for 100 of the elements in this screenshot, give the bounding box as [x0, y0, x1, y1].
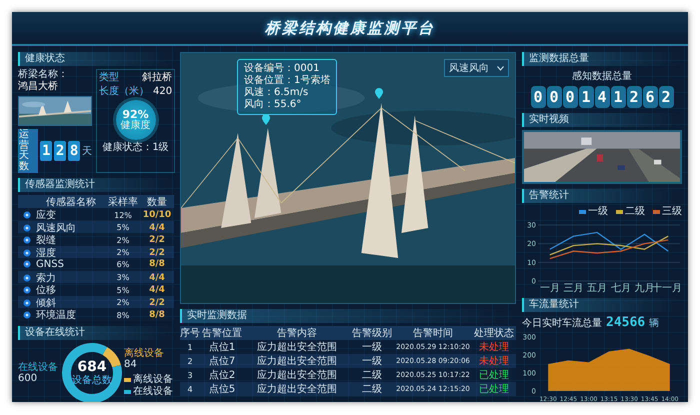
- legend-swatch: [616, 210, 623, 214]
- days-label: 运营天数: [18, 129, 38, 173]
- gauge-label: 健康度: [120, 120, 151, 131]
- digit: 1: [40, 141, 52, 161]
- tooltip-line: 风向：55.6°: [244, 99, 302, 111]
- column-header: 告警时间: [412, 326, 454, 340]
- digit: 4: [594, 86, 610, 108]
- unit-label: 天: [82, 145, 92, 158]
- column-header: 数量: [146, 196, 168, 209]
- digit: 2: [54, 141, 66, 161]
- sensor-dot-icon: [23, 311, 31, 319]
- table-cell-text: 10/10: [142, 210, 172, 220]
- table-cell-text: 2%: [116, 298, 130, 307]
- tooltip-line: 设备位置：1号索塔: [244, 75, 330, 86]
- sensor-dot-icon: [23, 286, 31, 294]
- health-status: 健康状态：1级: [102, 142, 169, 154]
- table-cell-text: 8/8: [148, 310, 166, 320]
- legend-swatch: [579, 210, 586, 214]
- field-value: 斜拉桥: [142, 72, 172, 84]
- table-cell-text: 点位2: [208, 368, 236, 382]
- column-header: 传感器名称: [45, 196, 97, 209]
- table-cell-text: 5%: [116, 223, 130, 232]
- tooltip-line: 设备编号：0001: [244, 63, 320, 74]
- chevron-down-icon: [497, 66, 504, 70]
- sensor-dot-icon: [23, 298, 31, 306]
- total-count: 684: [77, 360, 107, 374]
- table-cell-text: 环境温度: [36, 308, 77, 322]
- sensor-dot-icon: [23, 260, 31, 268]
- axis-label: 七月: [610, 283, 631, 293]
- table-cell-text: 点位5: [208, 382, 236, 396]
- digit: 0: [530, 86, 546, 108]
- digit: 2: [658, 86, 674, 108]
- legend-label: 二级: [625, 206, 645, 218]
- axis-label: 九月: [634, 283, 654, 293]
- callout-label: 离线设备: [124, 348, 165, 358]
- digit: 6: [642, 86, 658, 108]
- table-cell-text: 4: [186, 384, 194, 394]
- digit: 2: [626, 86, 642, 108]
- axis-label: 五月: [587, 283, 608, 293]
- digit: 0: [562, 86, 578, 108]
- table-cell-text: 湿度: [36, 246, 57, 260]
- table-cell-text: 风速风向: [36, 222, 77, 234]
- callout-value: 600: [18, 372, 38, 384]
- callout-label: 在线设备: [18, 362, 59, 372]
- table-cell-text: 2/2: [148, 248, 166, 258]
- digit: 8: [68, 141, 80, 161]
- digit: 1: [610, 86, 626, 108]
- bridge-name: 鸿昌大桥: [18, 81, 58, 93]
- total-label: 设备总数: [72, 374, 112, 386]
- sensor-dot-icon: [23, 274, 31, 282]
- column-header: 告警内容: [276, 326, 318, 340]
- field-label: 类型: [99, 72, 119, 84]
- table-cell-text: GNSS: [36, 258, 65, 270]
- table-cell-text: 4/4: [148, 272, 166, 282]
- axis-label: 十一月: [652, 283, 682, 293]
- field-label: 长度（米）: [99, 86, 149, 98]
- table-cell-text: 3%: [116, 273, 130, 282]
- table-cell-text: 5%: [116, 286, 130, 294]
- table-cell-text: 8/8: [148, 259, 166, 270]
- table-cell-text: 位移: [36, 284, 57, 297]
- traffic-label: 今日实时车流总量: [522, 316, 602, 330]
- table-cell-text: 裂缝: [36, 234, 57, 247]
- status-label: 未处理: [478, 340, 510, 354]
- page-title: 桥梁结构健康监测平台: [264, 18, 436, 38]
- legend-swatch: [653, 210, 660, 214]
- table-cell-text: 6%: [116, 260, 130, 269]
- table-cell-text: 倾斜: [36, 296, 57, 310]
- bridge-name-label: 桥梁名称：: [18, 69, 68, 80]
- gauge-value: 92%: [122, 109, 149, 120]
- legend-label: 一级: [588, 206, 608, 218]
- table-cell-text: 点位1: [208, 340, 236, 354]
- table-cell-text: 4/4: [148, 285, 166, 295]
- tooltip-line: 风速：6.5m/s: [244, 87, 310, 99]
- table-cell-text: 12%: [113, 210, 133, 220]
- table-cell-text: 应力超出安全范围: [256, 368, 338, 382]
- column-header: 处理状态: [473, 326, 515, 340]
- table-cell-text: 二级: [361, 369, 383, 382]
- status-label: 已处理: [478, 368, 510, 382]
- table-cell-text: 3: [186, 370, 194, 380]
- table-cell-text: 索力: [36, 272, 57, 284]
- table-cell-text: 1: [186, 342, 194, 352]
- table-cell-text: 应变: [36, 208, 57, 222]
- counter-label: 感知数据总量: [571, 70, 633, 83]
- table-cell-text: 8%: [116, 310, 130, 320]
- traffic-count: 24566: [606, 315, 646, 330]
- column-header: 告警位置: [201, 326, 243, 340]
- unit-label: 辆: [649, 317, 660, 330]
- table-cell-text: 2/2: [148, 298, 166, 308]
- table-cell-text: 2: [186, 356, 194, 366]
- table-cell-text: 4/4: [148, 222, 166, 232]
- table-cell-text: 2%: [116, 236, 130, 244]
- digit: 1: [578, 86, 594, 108]
- legend-label: 三级: [662, 206, 682, 218]
- table-cell-text: 2/2: [148, 235, 166, 245]
- sensor-dot-icon: [23, 211, 31, 219]
- sensor-dot-icon: [23, 224, 31, 232]
- axis-label: 一月: [540, 283, 560, 293]
- metric-dropdown[interactable]: 风速风向: [444, 59, 509, 77]
- table-cell-text: 2%: [116, 248, 130, 257]
- location-pin-icon[interactable]: [374, 87, 384, 99]
